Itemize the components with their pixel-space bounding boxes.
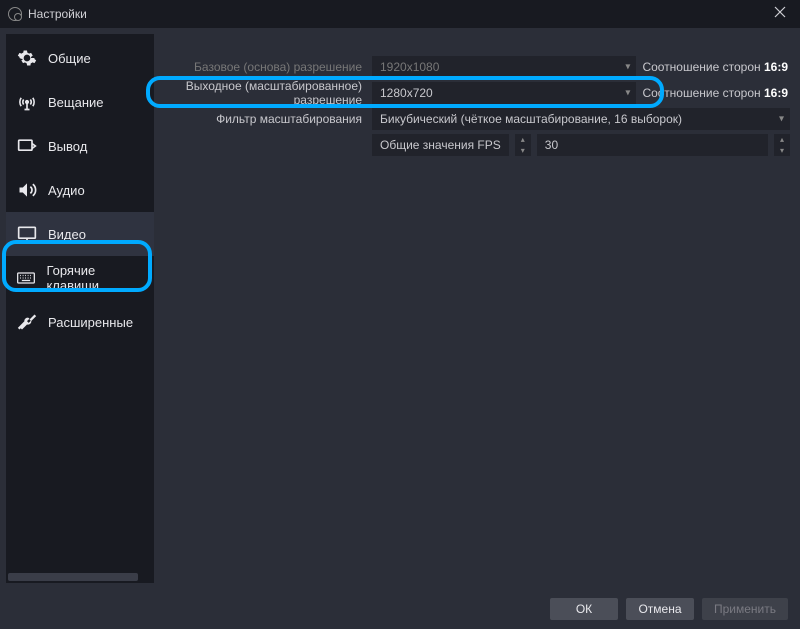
output-resolution-value: 1280x720 (380, 86, 433, 100)
fps-mode-label: Общие значения FPS (372, 138, 509, 152)
chevron-up-icon: ▴ (515, 134, 531, 145)
sidebar-item-audio[interactable]: Аудио (6, 168, 154, 212)
output-aspect: Соотношение сторон 16:9 (642, 86, 790, 100)
base-resolution-label: Базовое (основа) разрешение (154, 60, 366, 74)
close-button[interactable] (768, 3, 792, 25)
sidebar-item-label: Общие (48, 51, 91, 66)
sidebar-item-stream[interactable]: Вещание (6, 80, 154, 124)
base-resolution-value: 1920x1080 (380, 60, 439, 74)
sidebar-item-label: Расширенные (48, 315, 133, 330)
chevron-up-icon: ▴ (774, 134, 790, 145)
sidebar-item-label: Горячие клавиши (46, 263, 144, 293)
window-title: Настройки (28, 7, 87, 21)
fps-mode-combo[interactable]: Общие значения FPS (372, 134, 509, 156)
sidebar-item-output[interactable]: Вывод (6, 124, 154, 168)
output-icon (16, 135, 38, 157)
output-resolution-combo[interactable]: 1280x720 ▾ (372, 82, 636, 104)
sidebar-item-advanced[interactable]: Расширенные (6, 300, 154, 344)
base-resolution-combo[interactable]: 1920x1080 ▾ (372, 56, 636, 78)
monitor-icon (16, 223, 38, 245)
sidebar: Общие Вещание Вывод Аудио (6, 34, 154, 583)
speaker-icon (16, 179, 38, 201)
tools-icon (16, 311, 38, 333)
fps-value: 30 (545, 138, 558, 152)
sidebar-scrollbar[interactable] (8, 573, 138, 581)
chevron-down-icon: ▾ (515, 145, 531, 156)
scale-filter-combo[interactable]: Бикубический (чёткое масштабирование, 16… (372, 108, 790, 130)
keyboard-icon (16, 267, 36, 289)
row-base-resolution: Базовое (основа) разрешение 1920x1080 ▾ … (154, 54, 790, 80)
antenna-icon (16, 91, 38, 113)
chevron-down-icon: ▾ (779, 114, 784, 125)
row-scale-filter: Фильтр масштабирования Бикубический (чёт… (154, 106, 790, 132)
fps-mode-stepper[interactable]: ▴ ▾ (515, 134, 531, 156)
chevron-down-icon: ▾ (625, 62, 630, 73)
footer: ОК Отмена Применить (0, 589, 800, 629)
close-icon (774, 6, 786, 18)
cancel-button[interactable]: Отмена (626, 598, 694, 620)
content-panel: Базовое (основа) разрешение 1920x1080 ▾ … (154, 34, 794, 583)
app-logo-icon (8, 7, 22, 21)
fps-value-combo[interactable]: 30 (537, 134, 768, 156)
sidebar-item-label: Аудио (48, 183, 85, 198)
apply-button: Применить (702, 598, 788, 620)
output-resolution-label: Выходное (масштабированное) разрешение (154, 79, 366, 107)
scale-filter-label: Фильтр масштабирования (154, 112, 366, 126)
sidebar-item-label: Вывод (48, 139, 87, 154)
row-fps: Общие значения FPS ▴ ▾ 30 ▴ ▾ (154, 132, 790, 158)
sidebar-item-label: Вещание (48, 95, 104, 110)
row-output-resolution: Выходное (масштабированное) разрешение 1… (154, 80, 790, 106)
ok-button[interactable]: ОК (550, 598, 618, 620)
gear-icon (16, 47, 38, 69)
titlebar: Настройки (0, 0, 800, 28)
sidebar-item-video[interactable]: Видео (6, 212, 154, 256)
fps-value-stepper[interactable]: ▴ ▾ (774, 134, 790, 156)
chevron-down-icon: ▾ (774, 145, 790, 156)
sidebar-item-label: Видео (48, 227, 86, 242)
chevron-down-icon: ▾ (625, 88, 630, 99)
sidebar-item-general[interactable]: Общие (6, 36, 154, 80)
scale-filter-value: Бикубический (чёткое масштабирование, 16… (380, 112, 682, 126)
base-aspect: Соотношение сторон 16:9 (642, 60, 790, 74)
sidebar-item-hotkeys[interactable]: Горячие клавиши (6, 256, 154, 300)
